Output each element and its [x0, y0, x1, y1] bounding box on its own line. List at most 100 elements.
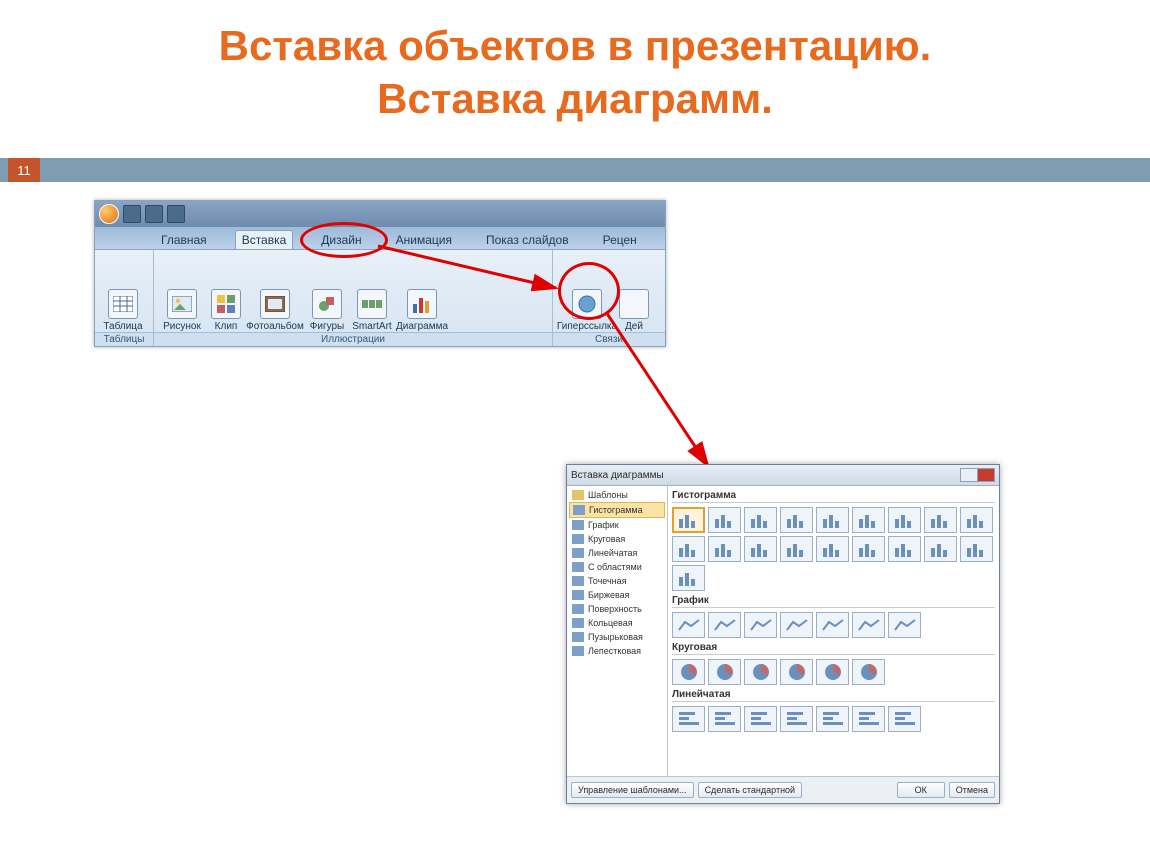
- shapes-icon: [312, 289, 342, 319]
- cancel-button[interactable]: Отмена: [949, 782, 995, 798]
- list-item: Круговая: [569, 532, 665, 546]
- dialog-title: Вставка диаграммы: [571, 470, 664, 481]
- chart-subtype-thumb[interactable]: [924, 507, 957, 533]
- list-item: Поверхность: [569, 602, 665, 616]
- tab-slideshow[interactable]: Показ слайдов: [480, 231, 575, 249]
- group-label: Таблицы: [95, 332, 153, 346]
- gallery-row: [672, 706, 995, 732]
- chart-subtype-thumb[interactable]: [672, 612, 705, 638]
- chart-subtype-thumb[interactable]: [744, 612, 777, 638]
- title-line-1: Вставка объектов в презентацию.: [0, 20, 1150, 73]
- button-label: Клип: [215, 321, 238, 332]
- chart-subtype-thumb[interactable]: [888, 536, 921, 562]
- gallery-row: [672, 507, 995, 591]
- group-label: Связи: [553, 332, 665, 346]
- chart-subtype-thumb[interactable]: [888, 706, 921, 732]
- chart-subtype-thumb[interactable]: [672, 565, 705, 591]
- chart-subtype-thumb[interactable]: [708, 706, 741, 732]
- shapes-button[interactable]: Фигуры: [306, 289, 348, 332]
- divider-band: [0, 158, 1150, 182]
- action-icon: [619, 289, 649, 319]
- chart-subtype-thumb[interactable]: [708, 507, 741, 533]
- ribbon-group-tables: Таблица Таблицы: [95, 250, 154, 346]
- list-item: Биржевая: [569, 588, 665, 602]
- slide-title: Вставка объектов в презентацию. Вставка …: [0, 0, 1150, 125]
- smartart-button[interactable]: SmartArt: [350, 289, 394, 332]
- button-label: Таблица: [103, 321, 142, 332]
- clip-button[interactable]: Клип: [208, 289, 244, 332]
- manage-templates-button[interactable]: Управление шаблонами...: [571, 782, 694, 798]
- gallery-category-label: Линейчатая: [672, 689, 995, 702]
- chart-subtype-thumb[interactable]: [852, 507, 885, 533]
- chart-subtype-thumb[interactable]: [816, 659, 849, 685]
- chart-subtype-thumb[interactable]: [816, 536, 849, 562]
- help-button[interactable]: [960, 468, 978, 482]
- chart-subtype-thumb[interactable]: [888, 507, 921, 533]
- picture-icon: [167, 289, 197, 319]
- button-label: Фотоальбом: [246, 321, 304, 332]
- chart-subtype-thumb[interactable]: [780, 706, 813, 732]
- dialog-titlebar: Вставка диаграммы: [567, 465, 999, 486]
- close-button[interactable]: [977, 468, 995, 482]
- chart-subtype-thumb[interactable]: [780, 507, 813, 533]
- chart-subtype-thumb[interactable]: [744, 536, 777, 562]
- dialog-body: Шаблоны Гистограмма График Круговая Лине…: [567, 486, 999, 776]
- surface-chart-icon: [572, 604, 584, 614]
- undo-icon[interactable]: [145, 205, 163, 223]
- chart-subtype-thumb[interactable]: [852, 612, 885, 638]
- chart-subtype-thumb[interactable]: [816, 507, 849, 533]
- redo-icon[interactable]: [167, 205, 185, 223]
- list-item: Линейчатая: [569, 546, 665, 560]
- list-item: График: [569, 518, 665, 532]
- chart-subtype-thumb[interactable]: [816, 706, 849, 732]
- chart-subtype-thumb[interactable]: [708, 612, 741, 638]
- gallery-row: [672, 659, 995, 685]
- table-button[interactable]: Таблица: [99, 289, 147, 332]
- button-label: Фигуры: [310, 321, 344, 332]
- chart-subtype-thumb[interactable]: [816, 612, 849, 638]
- chart-subtype-thumb[interactable]: [744, 706, 777, 732]
- chart-subtype-thumb[interactable]: [960, 536, 993, 562]
- chart-button[interactable]: Диаграмма: [396, 289, 448, 332]
- table-icon: [108, 289, 138, 319]
- chart-subtype-thumb[interactable]: [852, 706, 885, 732]
- photoalbum-icon: [260, 289, 290, 319]
- pie-chart-icon: [572, 534, 584, 544]
- tab-animation[interactable]: Анимация: [390, 231, 458, 249]
- chart-subtype-gallery: ГистограммаГрафикКруговаяЛинейчатая: [668, 486, 999, 776]
- smartart-icon: [357, 289, 387, 319]
- area-chart-icon: [572, 562, 584, 572]
- tab-review[interactable]: Рецен: [597, 231, 643, 249]
- chart-subtype-thumb[interactable]: [780, 612, 813, 638]
- chart-subtype-thumb[interactable]: [924, 536, 957, 562]
- save-icon[interactable]: [123, 205, 141, 223]
- tab-home[interactable]: Главная: [155, 231, 213, 249]
- chart-subtype-thumb[interactable]: [780, 536, 813, 562]
- chart-type-list[interactable]: Шаблоны Гистограмма График Круговая Лине…: [567, 486, 668, 776]
- bubble-chart-icon: [572, 632, 584, 642]
- office-button-icon[interactable]: [99, 204, 119, 224]
- action-button[interactable]: Дей: [619, 289, 649, 332]
- chart-subtype-thumb[interactable]: [672, 507, 705, 533]
- chart-subtype-thumb[interactable]: [852, 659, 885, 685]
- chart-subtype-thumb[interactable]: [744, 659, 777, 685]
- chart-subtype-thumb[interactable]: [960, 507, 993, 533]
- chart-subtype-thumb[interactable]: [708, 536, 741, 562]
- chart-subtype-thumb[interactable]: [708, 659, 741, 685]
- insert-chart-dialog: Вставка диаграммы Шаблоны Гистограмма Гр…: [566, 464, 1000, 804]
- chart-subtype-thumb[interactable]: [852, 536, 885, 562]
- picture-button[interactable]: Рисунок: [158, 289, 206, 332]
- chart-subtype-thumb[interactable]: [888, 612, 921, 638]
- bar-chart-icon: [573, 505, 585, 515]
- chart-subtype-thumb[interactable]: [672, 706, 705, 732]
- photoalbum-button[interactable]: Фотоальбом: [246, 289, 304, 332]
- list-item: Пузырьковая: [569, 630, 665, 644]
- chart-subtype-thumb[interactable]: [780, 659, 813, 685]
- tab-insert[interactable]: Вставка: [235, 230, 294, 249]
- ok-button[interactable]: ОК: [897, 782, 945, 798]
- chart-subtype-thumb[interactable]: [672, 536, 705, 562]
- set-default-button[interactable]: Сделать стандартной: [698, 782, 803, 798]
- chart-subtype-thumb[interactable]: [744, 507, 777, 533]
- highlight-ellipse-tab: [300, 222, 388, 258]
- chart-subtype-thumb[interactable]: [672, 659, 705, 685]
